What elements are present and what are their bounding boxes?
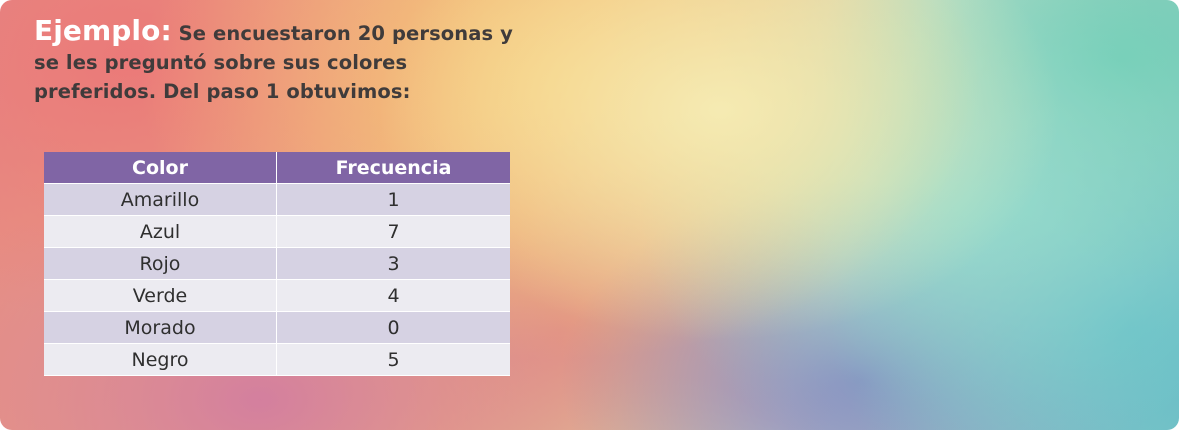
table-header-row: Color Frecuencia (44, 152, 510, 184)
cell-color: Amarillo (44, 183, 277, 216)
table-row: Morado 0 (44, 311, 510, 344)
cell-frecuencia: 4 (276, 279, 510, 312)
cell-frecuencia: 1 (276, 183, 510, 216)
table-row: Amarillo 1 (44, 183, 510, 216)
table-row: Negro 5 (44, 343, 510, 376)
cell-color: Azul (44, 215, 277, 248)
header-color: Color (44, 152, 277, 184)
slide-heading: Ejemplo: Se encuestaron 20 personas y se… (34, 16, 534, 106)
slide-background: Ejemplo: Se encuestaron 20 personas y se… (0, 0, 1179, 430)
cell-color: Negro (44, 343, 277, 376)
table-row: Azul 7 (44, 215, 510, 248)
cell-frecuencia: 0 (276, 311, 510, 344)
cell-frecuencia: 5 (276, 343, 510, 376)
cell-frecuencia: 7 (276, 215, 510, 248)
cell-color: Morado (44, 311, 277, 344)
table-row: Rojo 3 (44, 247, 510, 280)
cell-color: Rojo (44, 247, 277, 280)
table-row: Verde 4 (44, 279, 510, 312)
cell-frecuencia: 3 (276, 247, 510, 280)
header-frecuencia: Frecuencia (276, 152, 510, 184)
frequency-table: Color Frecuencia Amarillo 1 Azul 7 Rojo … (44, 152, 510, 376)
heading-lead: Ejemplo: (34, 14, 172, 47)
cell-color: Verde (44, 279, 277, 312)
